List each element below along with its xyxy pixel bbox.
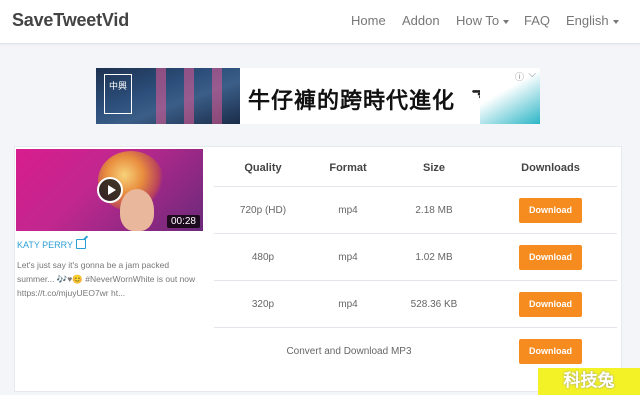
download-table: Quality Format Size Downloads 720p (HD) … (214, 149, 617, 374)
row-size: 1.02 MB (384, 233, 484, 281)
row-format: mp4 (312, 280, 384, 328)
download-button-720p[interactable]: Download (519, 197, 582, 223)
caret-down-icon (503, 19, 510, 24)
ad-headline: 牛仔褲的跨時代進化 (248, 89, 456, 114)
close-icon[interactable]: ⌵ (528, 69, 536, 80)
row-download-cell: Download (484, 186, 617, 234)
row-download-cell: Download (484, 233, 617, 281)
row-quality: 320p (214, 280, 312, 328)
header-format: Format (312, 149, 384, 187)
row-download-cell: Download (484, 280, 617, 328)
ad-image: 中興 (96, 68, 240, 124)
download-button-320p[interactable]: Download (519, 291, 582, 317)
table-row: 320p mp4 528.36 KB Download (214, 280, 617, 328)
table-row: 720p (HD) mp4 2.18 MB Download (214, 186, 617, 234)
thumbnail-art-face (120, 189, 154, 231)
info-icon[interactable]: ⓘ (515, 70, 524, 83)
ad-logo: 中興 (104, 74, 132, 114)
mp3-label: Convert and Download MP3 (214, 327, 484, 374)
nav-home[interactable]: Home (351, 13, 386, 28)
video-thumbnail[interactable]: 00:28 (16, 149, 203, 231)
nav-language-label: English (566, 13, 609, 28)
ad-banner[interactable]: 中興 牛仔褲的跨時代進化 ☚ ⓘ ⌵ (96, 68, 540, 124)
table-row: 480p mp4 1.02 MB Download (214, 233, 617, 281)
nav-language[interactable]: English (566, 13, 619, 28)
brand-logo[interactable]: SaveTweetVid (12, 10, 129, 31)
download-mp3-button[interactable]: Download (519, 338, 582, 364)
author-name: KATY PERRY (17, 240, 74, 250)
navbar: SaveTweetVid Home Addon How To FAQ Engli… (0, 0, 640, 44)
nav-how-to[interactable]: How To (456, 13, 510, 28)
row-quality: 720p (HD) (214, 186, 312, 234)
video-duration: 00:28 (166, 215, 200, 228)
row-format: mp4 (312, 186, 384, 234)
row-format: mp4 (312, 233, 384, 281)
download-button-480p[interactable]: Download (519, 244, 582, 270)
caret-down-icon (612, 19, 619, 24)
header-downloads: Downloads (484, 149, 617, 187)
play-icon[interactable] (97, 177, 123, 203)
external-link-icon (76, 239, 87, 249)
nav-faq[interactable]: FAQ (524, 13, 550, 28)
table-header-row: Quality Format Size Downloads (214, 149, 617, 187)
nav-how-to-label: How To (456, 13, 500, 28)
row-size: 528.36 KB (384, 280, 484, 328)
row-quality: 480p (214, 233, 312, 281)
nav-addon[interactable]: Addon (402, 13, 440, 28)
row-size: 2.18 MB (384, 186, 484, 234)
header-quality: Quality (214, 149, 312, 187)
header-size: Size (384, 149, 484, 187)
tweet-description: Let's just say it's gonna be a jam packe… (17, 260, 196, 298)
watermark: 科技兔 (538, 368, 640, 395)
author-link[interactable]: KATY PERRY (17, 239, 87, 250)
